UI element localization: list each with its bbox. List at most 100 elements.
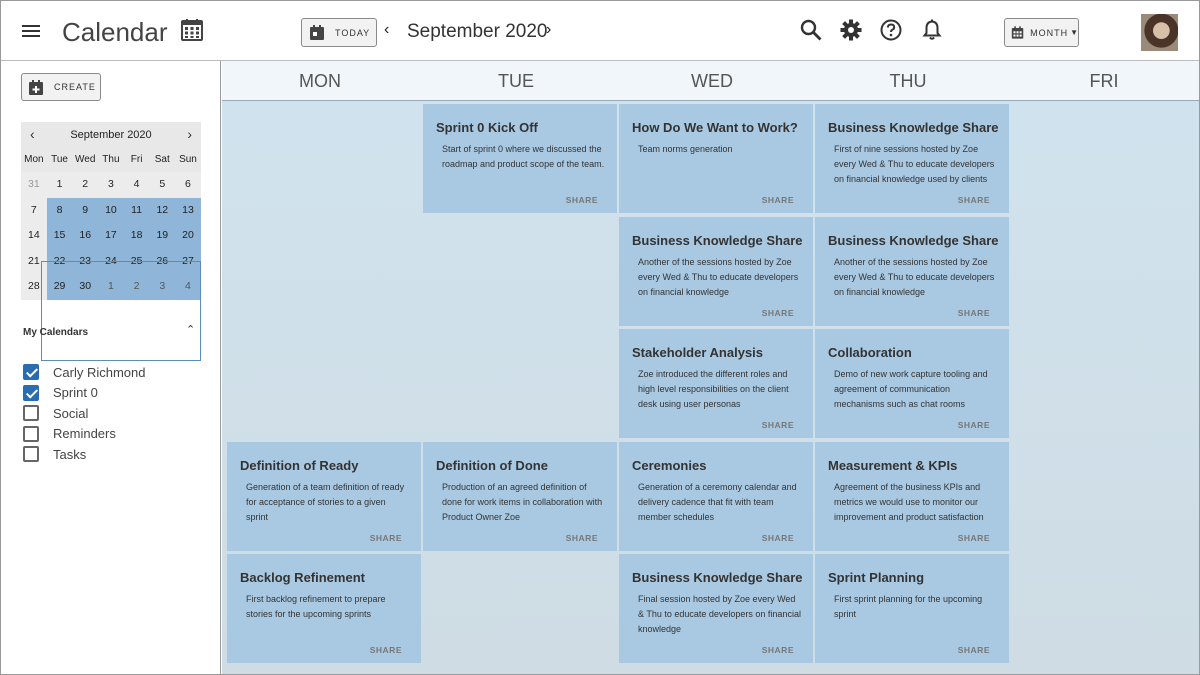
- menu-icon[interactable]: [22, 25, 40, 37]
- calendar-checkbox[interactable]: [23, 405, 39, 421]
- event-share-button[interactable]: SHARE: [762, 645, 794, 655]
- mini-day-cell[interactable]: 31: [21, 172, 47, 198]
- calendar-grid-icon[interactable]: [180, 18, 204, 47]
- mini-day-cell[interactable]: 15: [46, 223, 73, 249]
- current-month-label: September 2020: [407, 21, 548, 42]
- calendar-item[interactable]: Tasks: [23, 445, 86, 463]
- mini-day-cell[interactable]: 25: [123, 248, 150, 274]
- calendar-item[interactable]: Carly Richmond: [23, 363, 145, 381]
- weekday-label-mon: MON: [299, 71, 341, 91]
- mini-day-cell[interactable]: 22: [46, 248, 73, 274]
- mini-day-cell[interactable]: 5: [149, 172, 175, 198]
- event-share-button[interactable]: SHARE: [370, 533, 402, 543]
- mini-day-cell[interactable]: 24: [98, 248, 124, 274]
- weekday-header: MON TUE WED THU FRI: [222, 61, 1199, 101]
- event-description: Start of sprint 0 where we discussed the…: [442, 144, 605, 169]
- mini-day-cell[interactable]: 17: [98, 223, 124, 249]
- mini-day-cell[interactable]: 7: [21, 198, 47, 224]
- event-share-button[interactable]: SHARE: [958, 533, 990, 543]
- mini-day-cell[interactable]: 19: [149, 223, 176, 249]
- mini-day-cell[interactable]: 30: [72, 274, 99, 300]
- calendar-checkbox[interactable]: [23, 446, 39, 462]
- calendar-name: Sprint 0: [53, 385, 98, 400]
- event-description: Another of the sessions hosted by Zoe ev…: [834, 256, 995, 297]
- mini-day-cell[interactable]: 21: [21, 249, 47, 275]
- mini-day-cell[interactable]: 2: [123, 274, 150, 300]
- mini-day-cell[interactable]: 9: [72, 197, 99, 223]
- mini-day-cell[interactable]: 1: [47, 172, 73, 198]
- calendar-checkbox[interactable]: [23, 364, 39, 380]
- mini-day-cell[interactable]: 20: [175, 223, 201, 249]
- mini-day-cell[interactable]: 3: [98, 172, 124, 198]
- mini-day-cell[interactable]: 2: [72, 172, 98, 198]
- mini-day-cell[interactable]: 29: [46, 274, 73, 300]
- event-card[interactable]: Backlog Refinement First backlog refineme…: [227, 554, 421, 663]
- calendar-item[interactable]: Reminders: [23, 425, 116, 443]
- event-share-button[interactable]: SHARE: [958, 195, 990, 205]
- mini-day-cell[interactable]: 27: [175, 248, 201, 274]
- event-share-button[interactable]: SHARE: [566, 533, 598, 543]
- event-share-button[interactable]: SHARE: [762, 533, 794, 543]
- event-card[interactable]: Business Knowledge Share Another of the s…: [619, 216, 813, 326]
- next-month-button[interactable]: ›: [546, 21, 551, 39]
- event-share-button[interactable]: SHARE: [762, 195, 794, 205]
- mini-day-cell[interactable]: 13: [175, 197, 201, 223]
- bell-icon[interactable]: [921, 19, 943, 46]
- event-title: Measurement & KPIs: [828, 457, 958, 473]
- event-share-button[interactable]: SHARE: [370, 645, 402, 655]
- mini-day-cell[interactable]: 11: [123, 197, 150, 223]
- calendar-day-icon: [310, 25, 324, 40]
- event-title: Backlog Refinement: [240, 570, 365, 585]
- event-share-button[interactable]: SHARE: [566, 195, 598, 205]
- event-share-button[interactable]: SHARE: [958, 420, 990, 430]
- create-button[interactable]: CREATE: [21, 73, 101, 101]
- app-header: Calendar TODAY ‹ September 2020 › MONTH …: [1, 1, 1199, 61]
- mini-day-cell[interactable]: 3: [149, 274, 176, 300]
- chevron-up-icon[interactable]: ⌃: [186, 323, 195, 336]
- calendar-checkbox[interactable]: [23, 384, 39, 401]
- mini-day-cell[interactable]: 1: [98, 274, 124, 300]
- event-card[interactable]: How Do We Want to Work? Team norms genera…: [619, 104, 813, 213]
- mini-day-cell[interactable]: 26: [149, 248, 176, 274]
- event-card[interactable]: Collaboration Demo of new work capture to…: [815, 329, 1009, 438]
- event-title: Ceremonies: [632, 457, 707, 473]
- app-window: Calendar TODAY ‹ September 2020 › MONTH …: [0, 0, 1200, 675]
- event-description: Generation of a ceremony calendar and de…: [638, 481, 797, 522]
- mini-day-cell[interactable]: 4: [175, 274, 201, 300]
- event-card[interactable]: Sprint Planning First sprint planning for…: [815, 554, 1009, 663]
- event-card[interactable]: Measurement & KPIs Agreement of the busin…: [815, 441, 1009, 551]
- event-card[interactable]: Stakeholder Analysis Zoe introduced the d…: [619, 329, 813, 438]
- event-card[interactable]: Sprint 0 Kick Off Start of sprint 0 where…: [423, 104, 617, 213]
- mini-day-cell[interactable]: 4: [124, 172, 150, 198]
- gear-icon[interactable]: [840, 19, 862, 46]
- view-selector-button[interactable]: MONTH ▼: [1004, 18, 1079, 47]
- mini-day-cell[interactable]: 28: [21, 274, 47, 300]
- event-card[interactable]: Business Knowledge Share Final session ho…: [619, 554, 813, 663]
- calendar-checkbox[interactable]: [23, 425, 39, 442]
- search-icon[interactable]: [800, 19, 822, 46]
- mini-day-cell[interactable]: 8: [46, 197, 73, 223]
- help-icon[interactable]: [880, 19, 902, 46]
- calendar-item[interactable]: Social: [23, 404, 88, 422]
- prev-month-button[interactable]: ‹: [384, 21, 389, 39]
- event-share-button[interactable]: SHARE: [762, 420, 794, 430]
- mini-day-cell[interactable]: 12: [149, 197, 176, 223]
- mini-day-cell[interactable]: 14: [21, 223, 47, 249]
- mini-day-cell[interactable]: 23: [72, 248, 99, 274]
- event-share-button[interactable]: SHARE: [958, 645, 990, 655]
- mini-day-cell[interactable]: 16: [72, 223, 99, 249]
- mini-day-cell[interactable]: 18: [123, 223, 150, 249]
- mini-day-cell[interactable]: 10: [98, 197, 124, 223]
- mini-next-month-button[interactable]: ›: [187, 126, 192, 142]
- event-share-button[interactable]: SHARE: [958, 308, 990, 318]
- today-button[interactable]: TODAY: [301, 18, 377, 47]
- event-card[interactable]: Definition of Done Production of an agree…: [423, 441, 617, 551]
- event-card[interactable]: Business Knowledge Share First of nine se…: [815, 104, 1009, 213]
- event-card[interactable]: Definition of Ready Generation of a team …: [227, 441, 421, 551]
- event-card[interactable]: Ceremonies Generation of a ceremony calen…: [619, 441, 813, 551]
- mini-day-cell[interactable]: 6: [175, 172, 201, 198]
- event-share-button[interactable]: SHARE: [762, 308, 794, 318]
- calendar-item[interactable]: Sprint 0: [23, 384, 98, 402]
- user-avatar[interactable]: [1141, 14, 1178, 51]
- event-card[interactable]: Business Knowledge Share Another of the s…: [815, 216, 1009, 326]
